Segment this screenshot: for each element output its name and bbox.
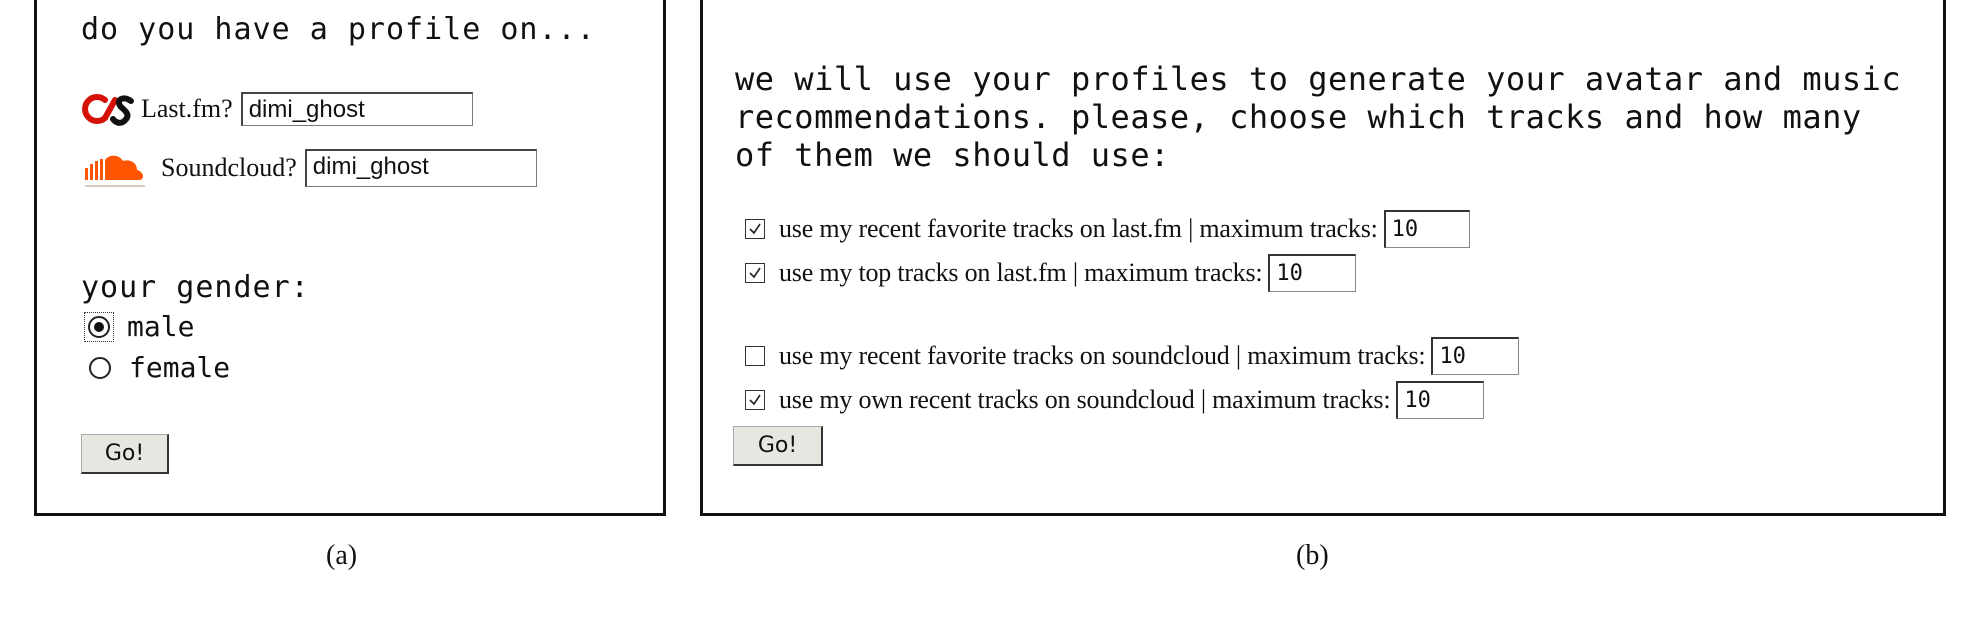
soundcloud-username-input[interactable]: dimi_ghost xyxy=(304,149,537,187)
track-preferences-panel: we will use your profiles to generate yo… xyxy=(700,0,1946,516)
soundcloud-label: Soundcloud? xyxy=(161,153,297,182)
lastfm-row: Last.fm? dimi_ghost xyxy=(79,92,473,126)
lastfm-top-label: use my top tracks on last.fm | maximum t… xyxy=(779,258,1263,287)
profile-prompt-heading: do you have a profile on... xyxy=(81,12,596,47)
lastfm-username-input[interactable]: dimi_ghost xyxy=(240,92,473,126)
soundcloud-favorites-max-input[interactable]: 10 xyxy=(1431,337,1520,375)
radio-focus-ring xyxy=(84,311,114,342)
soundcloud-own-checkbox[interactable] xyxy=(745,390,765,410)
gender-option-female[interactable]: female xyxy=(89,351,230,384)
female-label: female xyxy=(129,351,231,384)
caption-b: (b) xyxy=(1296,540,1329,571)
option-soundcloud-favorites: use my recent favorite tracks on soundcl… xyxy=(745,337,1520,375)
soundcloud-own-label: use my own recent tracks on soundcloud |… xyxy=(779,385,1391,414)
option-soundcloud-own: use my own recent tracks on soundcloud |… xyxy=(745,381,1485,419)
female-radio[interactable] xyxy=(89,356,111,379)
lastfm-label: Last.fm? xyxy=(141,94,233,123)
soundcloud-favorites-label: use my recent favorite tracks on soundcl… xyxy=(779,341,1426,370)
profile-panel: do you have a profile on... Last.fm? dim… xyxy=(34,0,666,516)
tracks-go-button[interactable]: Go! xyxy=(733,426,823,466)
soundcloud-own-max-input[interactable]: 10 xyxy=(1396,381,1485,419)
lastfm-logo-icon xyxy=(79,92,135,126)
intro-text: we will use your profiles to generate yo… xyxy=(735,60,1901,174)
gender-label: your gender: xyxy=(81,270,310,305)
lastfm-favorites-label: use my recent favorite tracks on last.fm… xyxy=(779,214,1378,243)
soundcloud-favorites-checkbox[interactable] xyxy=(745,346,765,366)
lastfm-top-checkbox[interactable] xyxy=(745,263,765,283)
intro-line: we will use your profiles to generate yo… xyxy=(735,60,1902,98)
caption-a: (a) xyxy=(326,540,358,571)
intro-line: of them we should use: xyxy=(735,136,1170,174)
male-radio[interactable] xyxy=(88,315,110,338)
soundcloud-row: Soundcloud? dimi_ghost xyxy=(79,148,537,188)
lastfm-top-max-input[interactable]: 10 xyxy=(1268,254,1357,292)
lastfm-favorites-checkbox[interactable] xyxy=(745,219,765,239)
option-lastfm-favorites: use my recent favorite tracks on last.fm… xyxy=(745,210,1470,248)
soundcloud-logo-icon xyxy=(79,148,151,188)
intro-line: recommendations. please, choose which tr… xyxy=(735,98,1862,136)
male-label: male xyxy=(127,310,195,343)
profile-go-button[interactable]: Go! xyxy=(81,434,169,474)
gender-option-male[interactable]: male xyxy=(84,310,195,343)
lastfm-favorites-max-input[interactable]: 10 xyxy=(1383,210,1470,248)
option-lastfm-top: use my top tracks on last.fm | maximum t… xyxy=(745,254,1357,292)
